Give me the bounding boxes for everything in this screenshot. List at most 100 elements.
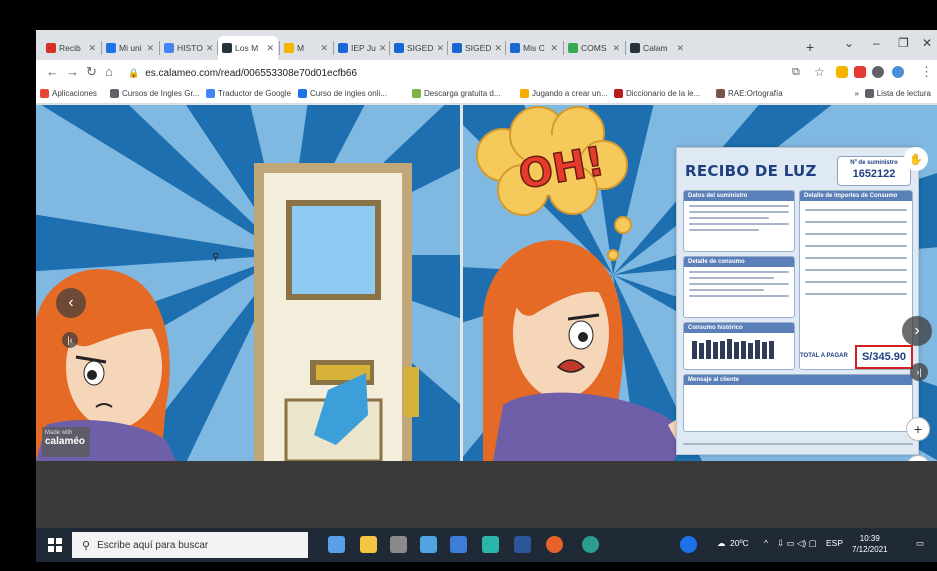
bookmark-item[interactable]: Aplicaciones xyxy=(40,89,97,98)
tab-close-icon[interactable]: ✕ xyxy=(379,43,387,54)
chrome-taskbar-icon[interactable] xyxy=(680,536,697,553)
bookmark-star-icon[interactable]: ☆ xyxy=(814,65,825,79)
browser-tab-label: IEP Ju xyxy=(351,43,376,53)
taskbar-clock[interactable]: 10:39 7/12/2021 xyxy=(852,533,888,555)
tray-icons[interactable]: ⇩ ▭ ◁) ▢ xyxy=(777,538,817,549)
first-page-button[interactable]: |‹ xyxy=(62,332,78,348)
clock-date: 7/12/2021 xyxy=(852,545,888,554)
browser-tab[interactable]: Mis C ✕ xyxy=(506,36,562,60)
browser-tab-label: HISTO xyxy=(177,43,203,53)
consumption-heading: Detalle de consumo xyxy=(684,257,794,267)
bookmarks-overflow-chevron-icon[interactable]: » xyxy=(855,89,859,98)
bookmark-label: Diccionario de la le... xyxy=(626,89,701,98)
bookmark-item[interactable]: Traductor de Google xyxy=(206,89,291,98)
bookmark-label: Aplicaciones xyxy=(52,89,97,98)
desktop-frame: Recib ✕ Mi uni ✕ HISTO ✕ Los M ✕ M ✕ IEP Ju ✕ SIGED ✕… xyxy=(36,30,937,571)
supply-data-heading: Datos del suministro xyxy=(684,191,794,201)
viewer-bottom-area xyxy=(36,461,937,528)
extension-toolbox-icon[interactable] xyxy=(854,66,866,78)
browser-tab-label: COMS xyxy=(581,43,607,53)
browser-tab[interactable]: Mi uni ✕ xyxy=(102,36,158,60)
tab-close-icon[interactable]: ✕ xyxy=(146,43,154,54)
teams-icon[interactable] xyxy=(482,536,499,553)
taskbar-search-input[interactable]: ⚲ Escribe aquí para buscar xyxy=(72,532,308,558)
bookmark-item[interactable]: Cursos de Ingles Gr... xyxy=(110,89,199,98)
calameo-viewer[interactable]: Made with calaméo ‹ |‹ ⚲ OH! RECIBO DE L… xyxy=(36,105,937,461)
word-icon[interactable] xyxy=(514,536,531,553)
history-heading: Consumo histórico xyxy=(684,323,794,333)
browser-tab[interactable]: SIGED ✕ xyxy=(448,36,504,60)
tab-close-icon[interactable]: ✕ xyxy=(676,43,684,54)
tab-close-icon[interactable]: ✕ xyxy=(206,43,214,54)
gmail-icon xyxy=(46,43,56,53)
edge-icon[interactable] xyxy=(582,536,599,553)
previous-page-button[interactable]: ‹ xyxy=(56,288,86,318)
browser-tab[interactable]: HISTO ✕ xyxy=(160,36,216,60)
minimize-button[interactable]: – xyxy=(873,36,880,50)
reading-list[interactable]: Lista de lectura xyxy=(864,89,931,98)
bookmark-item[interactable]: RAE:Ortografía xyxy=(716,89,783,98)
tab-close-icon[interactable]: ✕ xyxy=(266,43,274,54)
weather-icon[interactable]: ☁ xyxy=(717,538,726,549)
browser-tab[interactable]: COMS ✕ xyxy=(564,36,624,60)
bookmark-item[interactable]: Jugando a crear un... xyxy=(520,89,608,98)
zoom-in-button[interactable]: + xyxy=(906,417,930,441)
forward-icon[interactable]: → xyxy=(66,65,79,79)
weather-temperature[interactable]: 20ºC xyxy=(730,538,749,548)
browser-tab[interactable]: IEP Ju ✕ xyxy=(334,36,388,60)
bookmark-label: Descarga gratuita d... xyxy=(424,89,501,98)
hand-pan-icon[interactable]: ✋ xyxy=(904,147,928,171)
receipt-footer xyxy=(683,440,913,448)
install-app-icon[interactable]: ⧉ xyxy=(792,65,800,79)
tab-close-icon[interactable]: ✕ xyxy=(494,43,502,54)
tray-chevron-icon[interactable]: ^ xyxy=(764,538,768,548)
browser-tab-label: SIGED xyxy=(407,43,434,53)
firefox-icon[interactable] xyxy=(546,536,563,553)
bookmark-item[interactable]: Descarga gratuita d... xyxy=(412,89,500,98)
drive-icon xyxy=(106,43,116,53)
leaf-icon xyxy=(412,89,421,98)
tab-close-icon[interactable]: ✕ xyxy=(550,43,558,54)
browser-tab[interactable]: SIGED ✕ xyxy=(390,36,446,60)
menu-kebab-icon[interactable]: ⋮ xyxy=(920,65,933,79)
tab-close-icon[interactable]: ✕ xyxy=(436,43,444,54)
url-text: es.calameo.com/read/006553308e70d01ecfb6… xyxy=(145,67,358,79)
tab-close-icon[interactable]: ✕ xyxy=(320,43,328,54)
windows-taskbar: ⚲ Escribe aquí para buscar ☁ 20ºC ^ ⇩ ▭ … xyxy=(36,528,937,562)
profile-avatar[interactable] xyxy=(892,66,904,78)
magnifier-cursor-icon: ⚲ xyxy=(212,252,220,263)
notifications-icon[interactable]: ▭ xyxy=(916,538,924,549)
back-icon[interactable]: ← xyxy=(46,65,59,79)
new-tab-button[interactable]: + xyxy=(806,39,814,55)
tab-search-chevron-icon[interactable]: ⌄ xyxy=(844,36,854,50)
last-page-button[interactable]: ›| xyxy=(910,363,928,381)
app-icon[interactable] xyxy=(420,536,437,553)
classroom-icon xyxy=(510,43,520,53)
browser-tab[interactable]: Recib ✕ xyxy=(42,36,100,60)
home-icon[interactable]: ⌂ xyxy=(105,65,113,79)
extension-honey-icon[interactable] xyxy=(836,66,848,78)
browser-tab[interactable]: Los M ✕ xyxy=(218,36,278,60)
restore-button[interactable]: ❐ xyxy=(898,36,909,50)
browser-tab[interactable]: Calam ✕ xyxy=(626,36,688,60)
tab-close-icon[interactable]: ✕ xyxy=(612,43,620,54)
bookmark-item[interactable]: Curso de ingles onli... xyxy=(298,89,387,98)
classroom-icon xyxy=(338,43,348,53)
tab-close-icon[interactable]: ✕ xyxy=(88,43,96,54)
store-icon[interactable] xyxy=(450,536,467,553)
windows-start-icon[interactable] xyxy=(48,538,62,552)
bookmark-label: Cursos de Ingles Gr... xyxy=(122,89,200,98)
close-window-button[interactable]: ✕ xyxy=(922,36,932,50)
screenshot: Recib ✕ Mi uni ✕ HISTO ✕ Los M ✕ M ✕ IEP Ju ✕ SIGED ✕… xyxy=(0,0,937,571)
next-page-button[interactable]: › xyxy=(902,316,932,346)
file-explorer-icon[interactable] xyxy=(360,536,377,553)
address-bar[interactable]: 🔒 es.calameo.com/read/006553308e70d01ecf… xyxy=(124,63,824,83)
bookmark-item[interactable]: Diccionario de la le... xyxy=(614,89,700,98)
paint-icon[interactable] xyxy=(390,536,407,553)
extensions-puzzle-icon[interactable] xyxy=(872,66,884,78)
reload-icon[interactable]: ↻ xyxy=(86,65,97,79)
task-view-icon[interactable] xyxy=(328,536,345,553)
language-indicator[interactable]: ESP xyxy=(826,538,843,548)
made-with-calameo-badge[interactable]: Made with calaméo xyxy=(42,427,90,457)
browser-tab[interactable]: M ✕ xyxy=(280,36,332,60)
